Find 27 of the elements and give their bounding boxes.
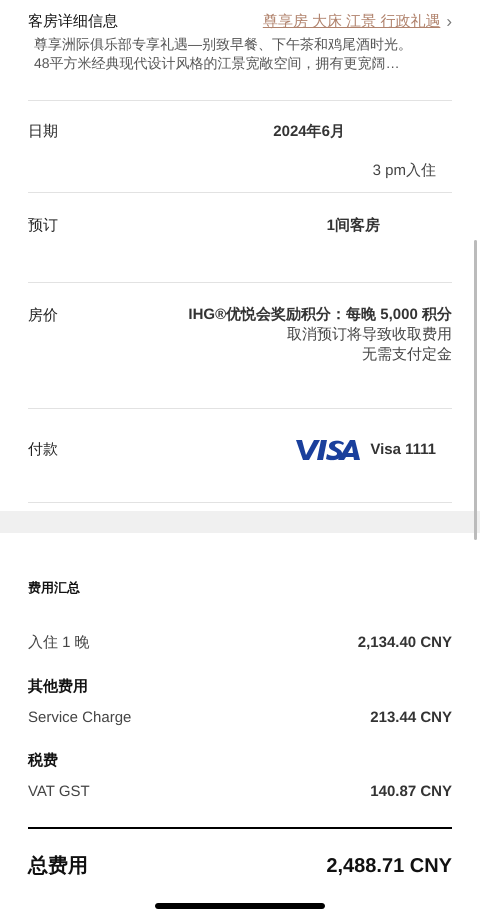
room-description: 尊享洲际俱乐部专享礼遇—别致早餐、下午茶和鸡尾酒时光。 (33, 34, 413, 54)
room-description: 48平方米经典现代设计风格的江景宽敞空间，拥有更宽阔… (33, 54, 401, 72)
card-logo-icon (296, 439, 360, 462)
charge-amount: 213.44 CNY (370, 708, 452, 728)
rate-note: 无需支付定金 (362, 345, 452, 365)
check-in-time: 3 pm入住 (372, 160, 436, 180)
card-number: Visa 1111 (370, 440, 436, 460)
charge-group-title: 其他费用 (28, 676, 89, 696)
total-label: 总费用 (28, 854, 88, 878)
total-amount: 2,488.71 CNY (326, 854, 452, 878)
charge-label: 入住 1 晚 (28, 633, 90, 654)
room-type-link[interactable]: 尊享房 大床 江景 行政礼遇 › (262, 9, 452, 34)
rate-points: IHG®优悦会奖励积分：每晚 5,000 积分 (188, 305, 452, 325)
section-title: 客房详细信息 (28, 12, 118, 32)
room-count: 1间客房 (326, 216, 380, 236)
row-label: 预订 (28, 216, 58, 236)
charge-label: Service Charge (28, 708, 132, 728)
charge-label: VAT GST (28, 782, 90, 802)
summary-title: 费用汇总 (28, 579, 81, 597)
row-label: 日期 (28, 122, 58, 142)
row-label: 付款 (28, 440, 58, 460)
date-value: 2024年6月 (273, 122, 345, 142)
charge-amount: 140.87 CNY (370, 782, 452, 802)
charge-amount: 2,134.40 CNY (358, 633, 452, 654)
charge-group-title: 税费 (28, 751, 59, 771)
row-label: 房价 (28, 306, 58, 326)
rate-note: 取消预订将导致收取费用 (287, 325, 452, 345)
